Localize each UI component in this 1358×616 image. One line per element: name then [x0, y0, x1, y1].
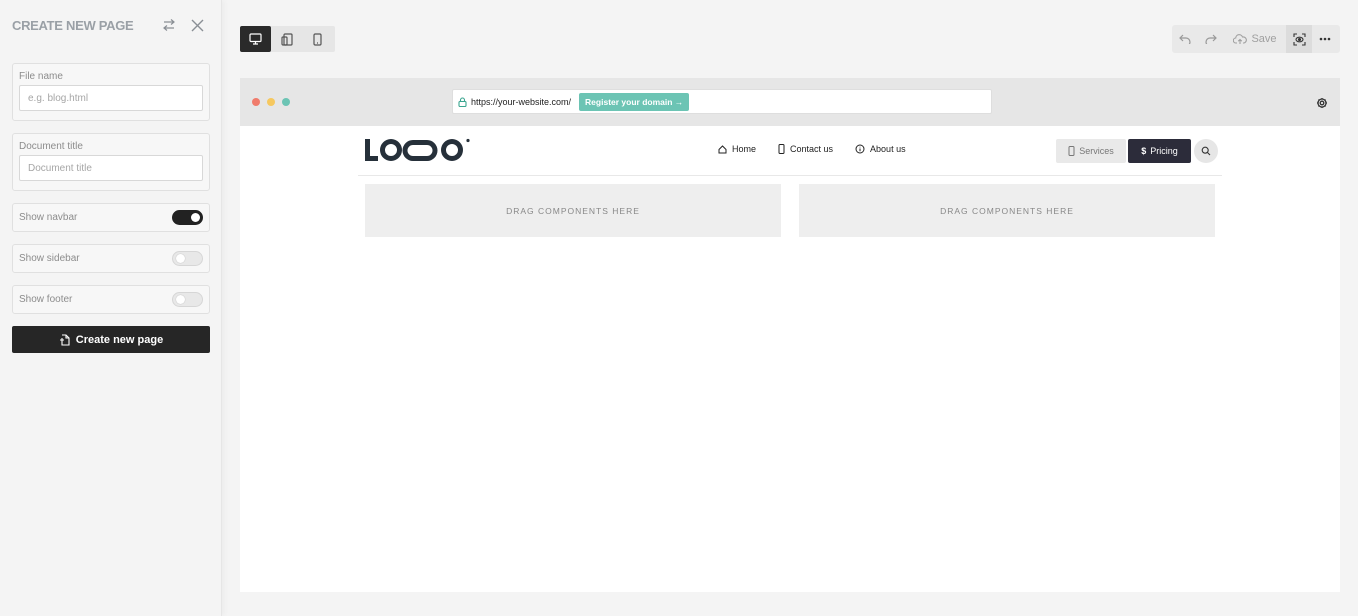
mobile-icon [313, 32, 322, 46]
phone-icon [1068, 146, 1075, 156]
editor-toolbar: Save [1172, 25, 1340, 53]
site-nav-links: Home Contact us About us [718, 144, 906, 154]
sidebar-title: CREATE NEW PAGE [12, 18, 134, 33]
register-domain-button[interactable]: Register your domain → [579, 92, 690, 111]
swap-arrows-icon[interactable] [160, 16, 178, 34]
info-icon [855, 144, 865, 154]
document-title-input[interactable] [19, 155, 203, 181]
undo-icon [1179, 34, 1191, 44]
save-label: Save [1251, 33, 1277, 45]
close-icon[interactable] [188, 16, 206, 34]
redo-icon [1205, 34, 1217, 44]
pricing-label: Pricing [1150, 146, 1178, 156]
show-footer-toggle[interactable] [172, 292, 203, 307]
nav-contact-label: Contact us [790, 144, 834, 154]
desktop-icon [249, 33, 262, 45]
window-dot-yellow [267, 98, 275, 106]
search-icon [1201, 146, 1211, 156]
mobile-view-button[interactable] [302, 26, 333, 52]
page-canvas: https://your-website.com/ Register your … [240, 78, 1340, 592]
new-file-icon [59, 333, 70, 346]
nav-about-label: About us [870, 144, 906, 154]
more-horizontal-icon [1319, 37, 1331, 41]
url-bar[interactable]: https://your-website.com/ Register your … [452, 89, 992, 114]
dollar-icon: $ [1141, 146, 1147, 156]
create-page-sidebar: CREATE NEW PAGE File name Document title… [0, 0, 222, 616]
dropzone-right[interactable]: DRAG COMPONENTS HERE [799, 184, 1215, 237]
show-sidebar-label: Show sidebar [19, 253, 80, 264]
frame-settings-button[interactable] [1316, 96, 1328, 108]
nav-contact[interactable]: Contact us [778, 144, 833, 154]
home-icon [718, 144, 727, 153]
more-options-button[interactable] [1312, 25, 1338, 53]
cloud-upload-icon [1233, 33, 1248, 44]
create-new-page-button[interactable]: Create new page [12, 326, 210, 353]
undo-button[interactable] [1172, 25, 1198, 53]
tablet-icon [280, 32, 293, 46]
window-dot-red [252, 98, 260, 106]
window-dot-green [282, 98, 290, 106]
services-button[interactable]: Services [1056, 139, 1126, 163]
show-sidebar-toggle[interactable] [172, 251, 203, 266]
dropzone-left[interactable]: DRAG COMPONENTS HERE [365, 184, 781, 237]
show-navbar-label: Show navbar [19, 212, 78, 223]
show-footer-label: Show footer [19, 294, 73, 305]
show-navbar-row: Show navbar [12, 203, 210, 232]
file-name-card: File name [12, 63, 210, 121]
pricing-button[interactable]: $ Pricing [1128, 139, 1191, 163]
document-title-card: Document title [12, 133, 210, 191]
desktop-view-button[interactable] [240, 26, 271, 52]
nav-home-label: Home [732, 144, 757, 154]
file-name-input[interactable] [19, 85, 203, 111]
device-switcher [240, 26, 335, 52]
site-navbar: Home Contact us About us Services $ Pric… [358, 126, 1222, 176]
services-label: Services [1079, 146, 1114, 156]
site-search-button[interactable] [1194, 139, 1218, 163]
preview-eye-icon [1292, 32, 1306, 46]
file-name-label: File name [19, 71, 63, 82]
gear-icon [1317, 98, 1327, 108]
show-footer-row: Show footer [12, 285, 210, 314]
tablet-view-button[interactable] [271, 26, 302, 52]
url-text: https://your-website.com/ [471, 96, 572, 107]
document-title-label: Document title [19, 141, 83, 152]
preview-button[interactable] [1286, 25, 1312, 53]
lock-icon [458, 96, 467, 107]
browser-bar: https://your-website.com/ Register your … [240, 78, 1340, 126]
site-logo[interactable] [365, 137, 471, 168]
nav-home[interactable]: Home [718, 144, 756, 154]
save-button[interactable]: Save [1224, 25, 1286, 53]
show-sidebar-row: Show sidebar [12, 244, 210, 273]
phone-icon [778, 144, 785, 154]
create-new-page-label: Create new page [75, 333, 164, 346]
nav-about[interactable]: About us [855, 144, 906, 154]
show-navbar-toggle[interactable] [172, 210, 203, 225]
redo-button[interactable] [1198, 25, 1224, 53]
